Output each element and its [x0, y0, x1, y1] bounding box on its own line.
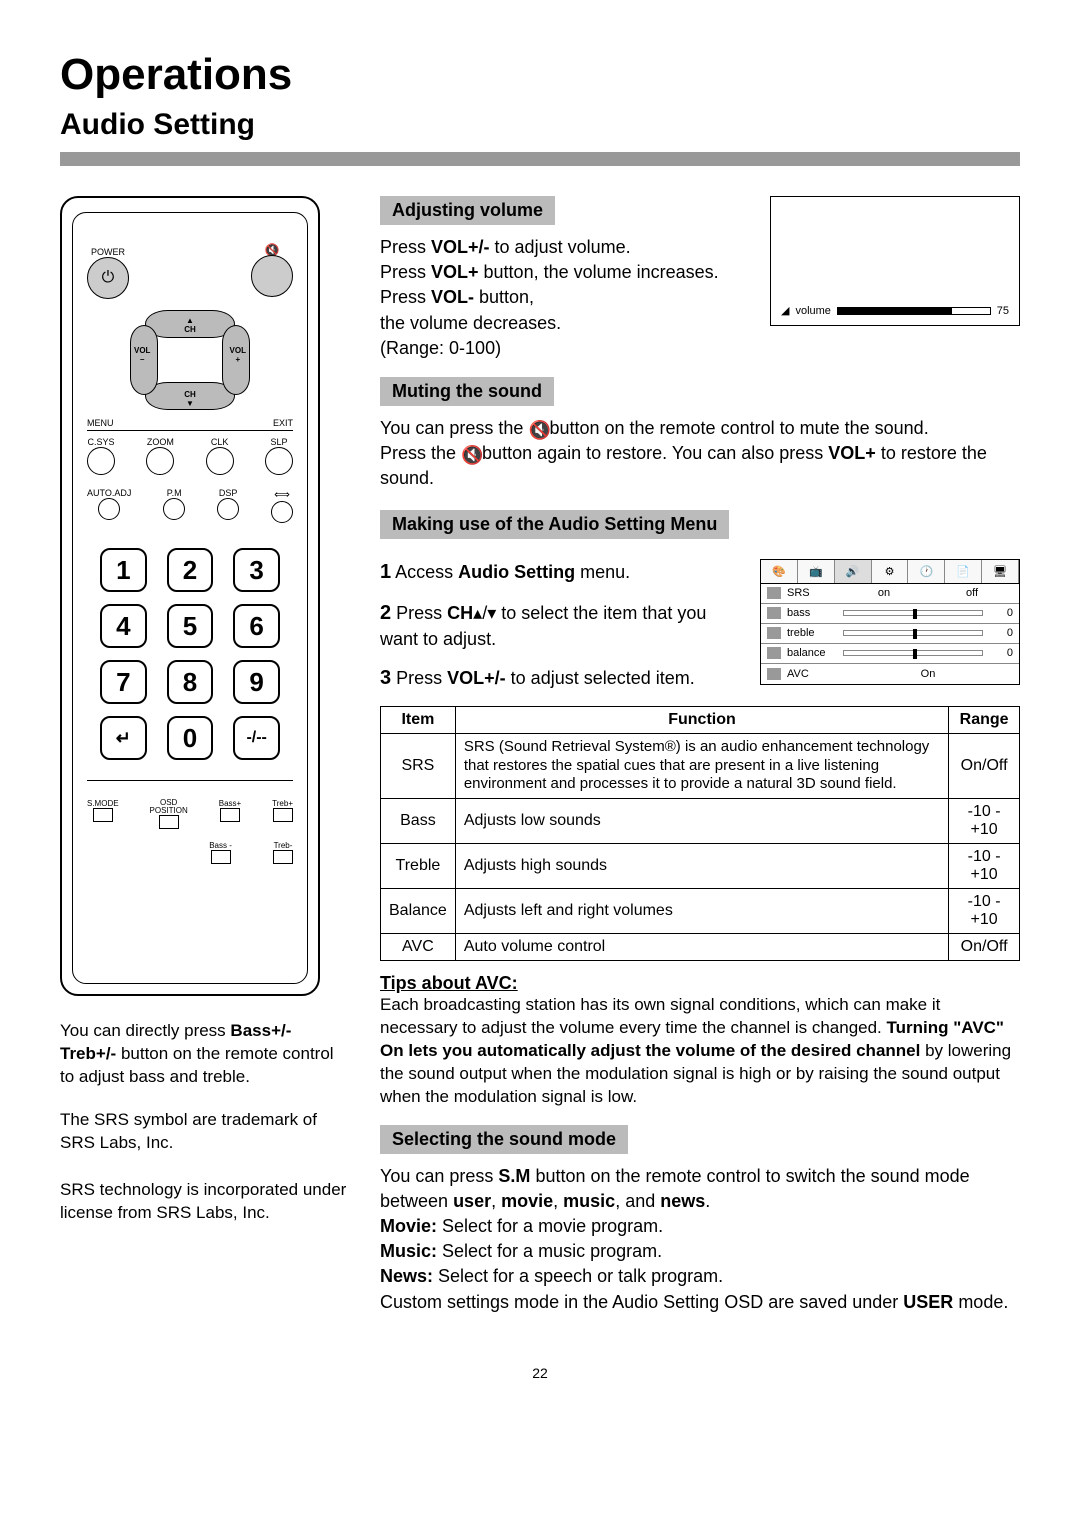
osd-tab-icon: 🔊	[835, 560, 872, 583]
table-row: Balance Adjusts left and right volumes -…	[381, 889, 1020, 934]
table-row: Treble Adjusts high sounds -10 - +10	[381, 844, 1020, 889]
keypad: 1 2 3 4 5 6 7 8 9 ↵ 0 -/--	[100, 548, 280, 760]
left-note-3: SRS technology is incorporated under lic…	[60, 1179, 350, 1225]
tips-body: Each broadcasting station has its own si…	[380, 994, 1020, 1109]
table-row: Bass Adjusts low sounds -10 - +10	[381, 799, 1020, 844]
osd-tab-icon: ⚙	[872, 560, 909, 583]
muting-body: You can press the 🔇 button on the remote…	[380, 416, 1020, 492]
exit-label: EXIT	[273, 418, 293, 428]
mute-glyph-icon: 🔇	[528, 418, 544, 434]
step-3-number: 3	[380, 667, 391, 689]
volume-tri-icon: ◢	[781, 304, 789, 317]
mute-glyph-icon: 🔇	[461, 443, 477, 459]
osd-tab-icon: 📄	[945, 560, 982, 583]
volume-osd-illustration: ◢ volume 75	[770, 196, 1020, 326]
mute-icon: 🔇	[251, 243, 293, 255]
step-1-number: 1	[380, 561, 391, 583]
up-down-arrow-icon: ▴/▾	[473, 603, 496, 623]
osd-tab-icon: 🖥	[982, 560, 1019, 583]
step-2-number: 2	[380, 602, 391, 624]
divider-bar	[60, 152, 1020, 166]
audio-settings-table: Item Function Range SRS SRS (Sound Retri…	[380, 706, 1020, 961]
osd-tab-icon: 📺	[798, 560, 835, 583]
page-number: 22	[60, 1365, 1020, 1381]
table-row: AVC Auto volume control On/Off	[381, 934, 1020, 961]
power-button-icon: ⏻	[87, 257, 129, 299]
menu-label: MENU	[87, 418, 114, 428]
osd-tab-icon: 🕐	[908, 560, 945, 583]
heading-sound-mode: Selecting the sound mode	[380, 1125, 628, 1154]
power-label: POWER	[87, 247, 129, 257]
heading-muting: Muting the sound	[380, 377, 554, 406]
left-note-1: You can directly press Bass+/- Treb+/- b…	[60, 1020, 350, 1089]
heading-menu: Making use of the Audio Setting Menu	[380, 510, 729, 539]
audio-menu-osd: 🎨 📺 🔊 ⚙ 🕐 📄 🖥 SRSonoff bass0 treble0 bal…	[760, 559, 1020, 685]
heading-adjusting-volume: Adjusting volume	[380, 196, 555, 225]
dpad: ▲CH CH▼ VOL – VOL +	[130, 310, 250, 410]
osd-tab-icon: 🎨	[761, 560, 798, 583]
page-title: Operations	[60, 50, 1020, 100]
table-row: SRS SRS (Sound Retrieval System®) is an …	[381, 733, 1020, 798]
remote-illustration: POWER ⏻ 🔇 ▲CH CH▼	[60, 196, 320, 996]
left-note-2: The SRS symbol are trademark of SRS Labs…	[60, 1109, 350, 1155]
tips-heading: Tips about AVC:	[380, 973, 1020, 994]
sound-mode-body: You can press S.M button on the remote c…	[380, 1164, 1020, 1315]
page-subtitle: Audio Setting	[60, 108, 1020, 142]
mute-button-icon	[251, 255, 293, 297]
